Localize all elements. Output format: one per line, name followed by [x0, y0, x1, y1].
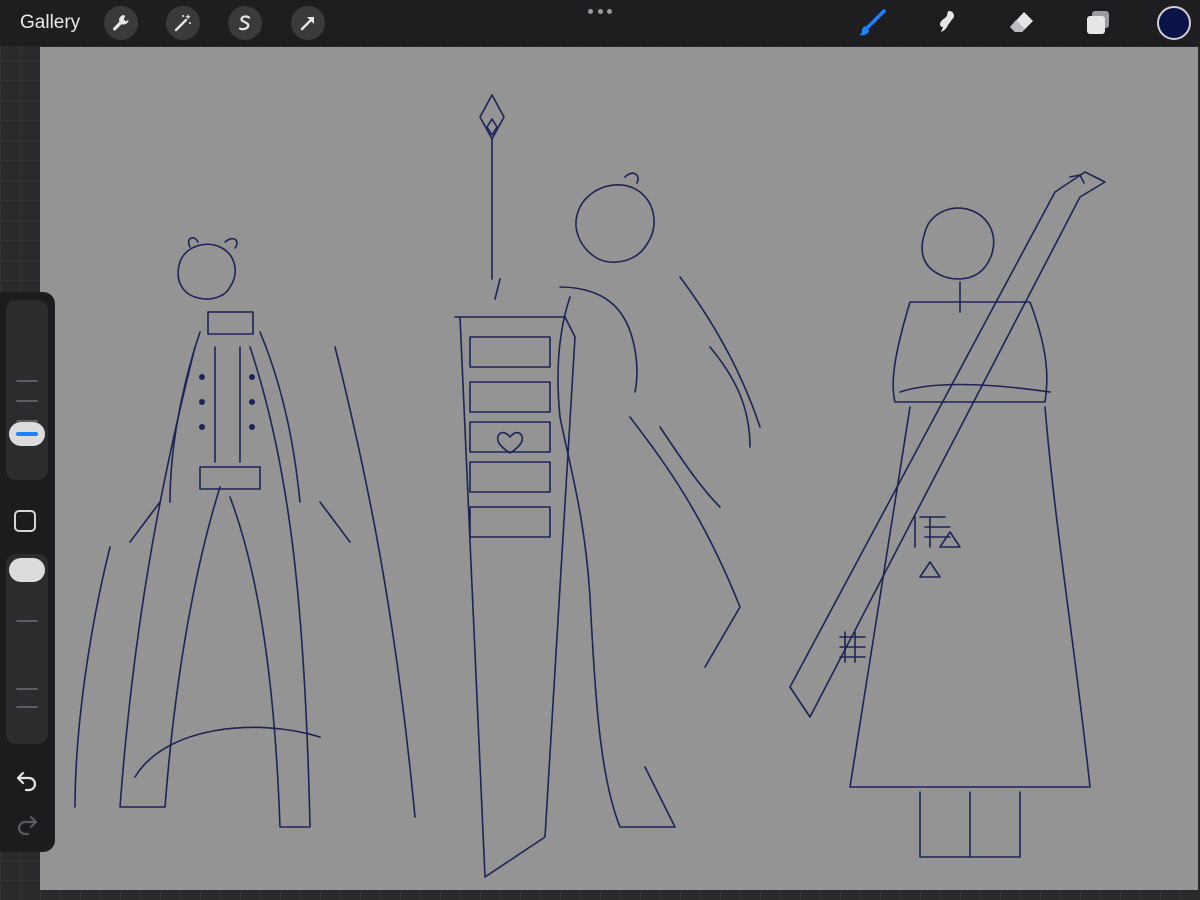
- actions-button[interactable]: [104, 6, 138, 40]
- layers-button[interactable]: [1081, 6, 1115, 40]
- modify-square-button[interactable]: [14, 510, 36, 532]
- character-sketch-right: [789, 171, 1106, 858]
- dot-icon: [588, 8, 593, 14]
- brush-size-slider[interactable]: [6, 300, 48, 480]
- magic-wand-icon: [174, 14, 191, 32]
- gallery-button[interactable]: Gallery: [20, 12, 80, 34]
- brush-opacity-handle[interactable]: [9, 558, 45, 582]
- brush-icon: [859, 9, 886, 36]
- character-sketch-middle: [454, 94, 761, 878]
- eraser-tool-button[interactable]: [1005, 6, 1039, 40]
- slider-tick: [16, 706, 38, 708]
- smudge-icon: [940, 11, 954, 32]
- more-menu-button[interactable]: [588, 6, 612, 16]
- redo-icon: [17, 815, 38, 836]
- slider-tick: [16, 400, 38, 402]
- dot-icon: [607, 8, 612, 14]
- selection-s-icon: [238, 15, 251, 31]
- slider-tick: [16, 620, 38, 622]
- drawing-canvas[interactable]: [40, 47, 1198, 890]
- slider-tick: [16, 688, 38, 690]
- smudge-tool-button[interactable]: [929, 6, 963, 40]
- character-sketch-left: [74, 237, 416, 828]
- dot-icon: [597, 8, 603, 14]
- adjustments-button[interactable]: [166, 6, 200, 40]
- undo-button[interactable]: [13, 766, 41, 794]
- redo-button[interactable]: [13, 810, 41, 838]
- sidebar-controls: [0, 292, 55, 852]
- layers-icon: [1087, 11, 1109, 34]
- slider-tick: [16, 380, 38, 382]
- top-toolbar: Gallery: [0, 0, 1200, 46]
- brush-opacity-slider[interactable]: [6, 554, 48, 744]
- wrench-icon: [113, 15, 129, 31]
- brush-size-handle[interactable]: [9, 422, 45, 446]
- transform-arrow-icon: [300, 16, 315, 31]
- selection-button[interactable]: [228, 6, 262, 40]
- eraser-icon: [1010, 12, 1033, 32]
- size-indicator: [16, 432, 38, 436]
- sketch-artwork: [74, 94, 1106, 878]
- transform-button[interactable]: [291, 6, 325, 40]
- color-picker-button[interactable]: [1157, 6, 1191, 40]
- undo-icon: [16, 771, 37, 792]
- brush-tool-button[interactable]: [855, 6, 889, 40]
